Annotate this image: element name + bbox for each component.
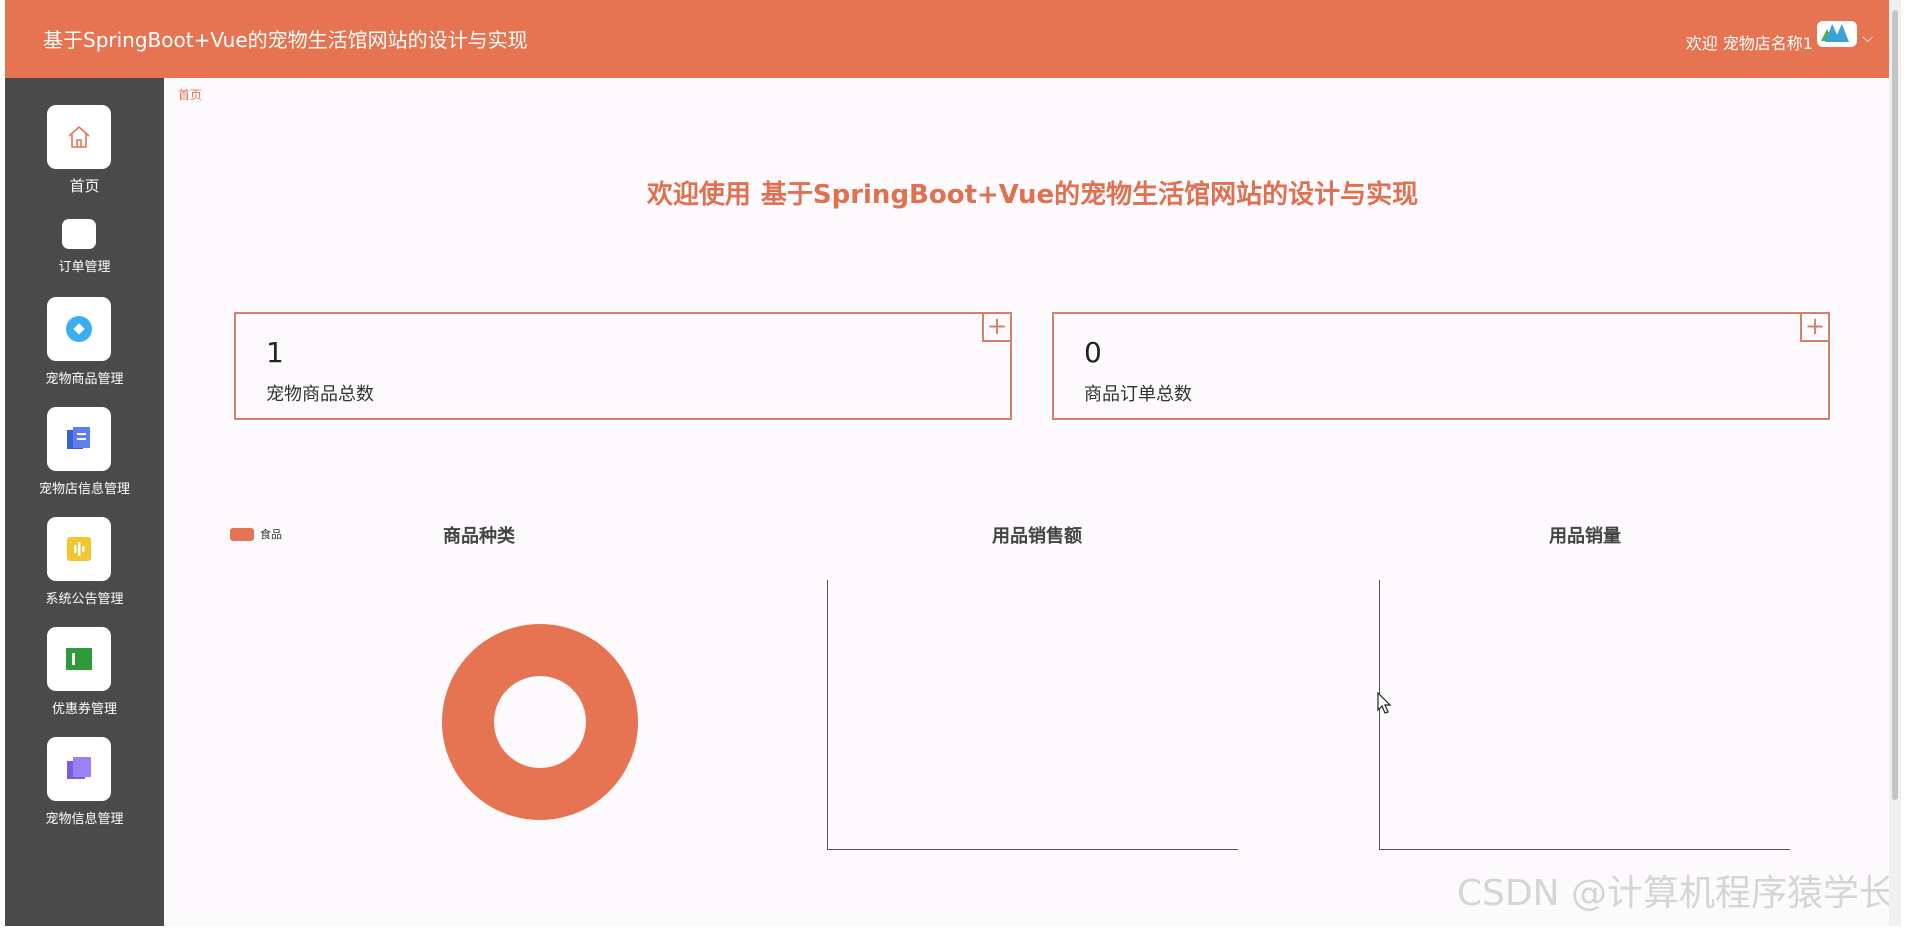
chart-legend-item[interactable]: 食品: [230, 526, 282, 542]
chevron-down-icon[interactable]: ⌵: [1862, 30, 1873, 46]
sidebar-item-orders[interactable]: 订单管理: [5, 219, 164, 277]
main-content: 首页 欢迎使用 基于SpringBoot+Vue的宠物生活馆网站的设计与实现 1 …: [164, 78, 1901, 926]
legend-swatch: [230, 527, 254, 541]
chart-title-category: 商品种类: [443, 526, 515, 547]
scrollbar[interactable]: [1889, 0, 1901, 926]
page-title-name: 基于SpringBoot+Vue的宠物生活馆网站的设计与实现: [760, 180, 1419, 210]
files-icon: [47, 407, 111, 471]
plus-icon[interactable]: +: [982, 312, 1012, 342]
bars-icon: [47, 517, 111, 581]
chart-title-sales-amount: 用品销售额: [992, 526, 1082, 547]
sidebar-item-home[interactable]: 首页: [5, 105, 164, 195]
chart-title-sales-volume: 用品销量: [1549, 526, 1621, 547]
stat-value: 1: [266, 336, 284, 369]
blank-icon: [62, 219, 96, 249]
coupon-icon: [47, 627, 111, 691]
page-title: 欢迎使用 基于SpringBoot+Vue的宠物生活馆网站的设计与实现: [164, 174, 1901, 211]
stat-label: 商品订单总数: [1084, 384, 1192, 405]
donut-slice-0[interactable]: [442, 624, 638, 820]
donut-chart: [442, 624, 638, 820]
top-header: 基于SpringBoot+Vue的宠物生活馆网站的设计与实现 欢迎 宠物店名称1…: [5, 0, 1901, 78]
sidebar-item-coupons[interactable]: 优惠券管理: [5, 627, 164, 719]
legend-label: 食品: [260, 528, 282, 541]
stat-card-goods: 1 宠物商品总数 +: [234, 312, 1012, 420]
watermark: CSDN @计算机程序猿学长: [1456, 873, 1895, 914]
page-title-prefix: 欢迎使用: [646, 180, 751, 210]
x-axis-sales-volume: [1379, 849, 1790, 850]
sidebar-item-label: 宠物商品管理: [45, 372, 124, 387]
stat-card-orders: 0 商品订单总数 +: [1052, 312, 1830, 420]
app-window: 基于SpringBoot+Vue的宠物生活馆网站的设计与实现 欢迎 宠物店名称1…: [5, 0, 1901, 926]
sidebar-item-label: 宠物信息管理: [45, 812, 124, 827]
welcome-text: 欢迎 宠物店名称1: [1685, 34, 1813, 53]
breadcrumb[interactable]: 首页: [178, 86, 202, 103]
y-axis-sales-amount: [827, 580, 828, 850]
sidebar: 首页 订单管理 宠物商品管理 宠物店信息管理 系统公告管理 优惠券管理 宠物信息…: [5, 78, 164, 926]
app-title: 基于SpringBoot+Vue的宠物生活馆网站的设计与实现: [43, 28, 528, 52]
folder-icon: [47, 737, 111, 801]
sidebar-item-label: 系统公告管理: [45, 592, 124, 607]
sidebar-item-shop-info[interactable]: 宠物店信息管理: [5, 407, 164, 499]
mouse-cursor-icon: [1377, 692, 1392, 714]
avatar[interactable]: [1817, 21, 1857, 47]
sidebar-item-label: 首页: [69, 177, 100, 195]
sidebar-item-pet-goods[interactable]: 宠物商品管理: [5, 297, 164, 389]
sidebar-item-label: 订单管理: [58, 260, 111, 275]
scrollbar-thumb[interactable]: [1892, 10, 1898, 800]
x-axis-sales-amount: [827, 849, 1238, 850]
stat-value: 0: [1084, 336, 1102, 369]
home-icon: [47, 105, 111, 169]
sidebar-item-pet-info[interactable]: 宠物信息管理: [5, 737, 164, 829]
sidebar-item-label: 优惠券管理: [51, 702, 117, 717]
sidebar-item-announcements[interactable]: 系统公告管理: [5, 517, 164, 609]
diamond-circle-icon: [47, 297, 111, 361]
plus-icon[interactable]: +: [1800, 312, 1830, 342]
stat-label: 宠物商品总数: [266, 384, 374, 405]
sidebar-item-label: 宠物店信息管理: [38, 482, 130, 497]
